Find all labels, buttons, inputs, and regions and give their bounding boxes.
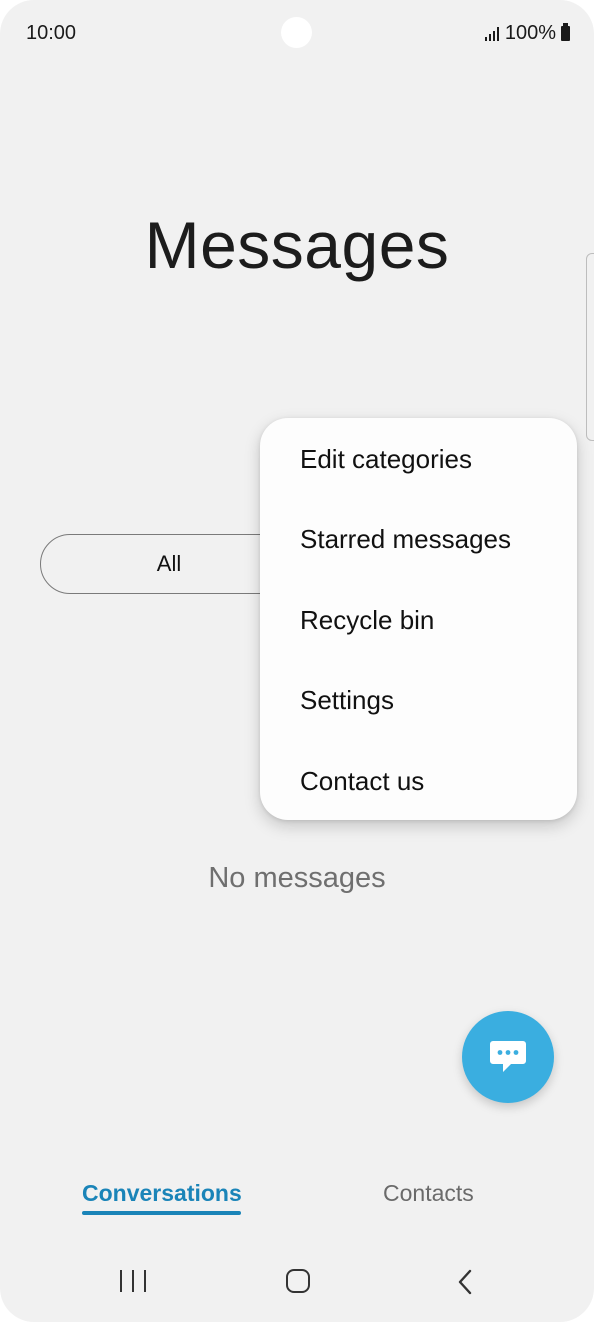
- front-camera: [281, 17, 312, 48]
- menu-item-edit-categories[interactable]: Edit categories: [300, 444, 472, 475]
- page-title: Messages: [144, 208, 450, 282]
- menu-item-settings[interactable]: Settings: [300, 685, 394, 716]
- battery-icon: [561, 23, 570, 41]
- edge-panel-handle[interactable]: [586, 253, 594, 441]
- tab-conversations[interactable]: Conversations: [82, 1180, 242, 1207]
- category-tab-all[interactable]: All: [41, 551, 297, 577]
- overflow-menu: Edit categories Starred messages Recycle…: [260, 418, 577, 820]
- compose-message-icon: [490, 1041, 526, 1072]
- recents-icon[interactable]: [120, 1270, 146, 1292]
- signal-icon: [484, 26, 499, 41]
- menu-item-starred-messages[interactable]: Starred messages: [300, 524, 511, 555]
- tab-contacts[interactable]: Contacts: [383, 1180, 474, 1207]
- compose-message-button[interactable]: [462, 1011, 554, 1103]
- active-tab-indicator: [82, 1211, 241, 1215]
- back-icon[interactable]: [456, 1269, 474, 1295]
- empty-state-text: No messages: [208, 862, 386, 894]
- battery-percentage: 100%: [504, 22, 556, 44]
- status-time: 10:00: [26, 22, 77, 44]
- menu-item-recycle-bin[interactable]: Recycle bin: [300, 605, 434, 636]
- home-icon[interactable]: [286, 1269, 310, 1293]
- status-indicators: 100%: [484, 22, 570, 45]
- phone-screen: 10:00 100% Messages All No messages Edit…: [0, 0, 594, 1322]
- menu-item-contact-us[interactable]: Contact us: [300, 766, 424, 797]
